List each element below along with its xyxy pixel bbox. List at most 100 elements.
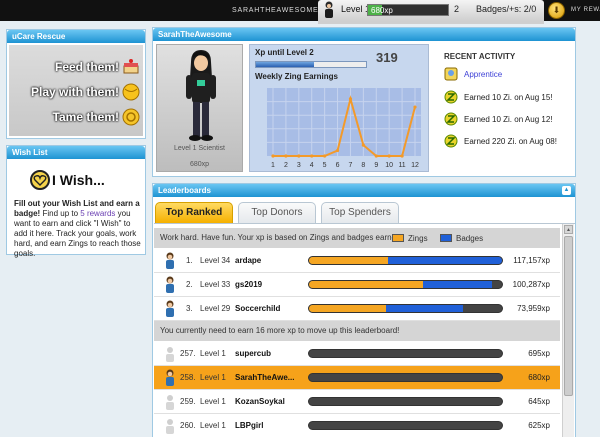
chart-point — [400, 154, 404, 158]
chart-x-tick-label: 12 — [411, 162, 419, 169]
user-avatar-icon — [166, 252, 174, 269]
xp-split-bar — [308, 256, 503, 265]
user-avatar-icon — [166, 419, 174, 434]
activity-item: Earned 220 Zi. on Aug 08! — [444, 133, 572, 151]
player-xp: 695xp — [528, 349, 550, 358]
legend-zings-swatch — [392, 234, 404, 242]
user-avatar-icon[interactable] — [322, 1, 336, 20]
topbar-underline — [318, 21, 544, 24]
play-with-them-link[interactable]: Play with them! — [31, 85, 119, 99]
scroll-thumb[interactable] — [564, 236, 573, 396]
player-xp: 680xp — [528, 373, 550, 382]
activity-item: Apprentice — [444, 66, 572, 84]
chart-point — [374, 154, 378, 158]
chart-point — [271, 154, 275, 158]
zing-icon — [444, 134, 458, 148]
profile-xp: 680xp — [189, 161, 210, 168]
leaderboards-panel: Leaderboards ▲ Top Ranked Top Donors Top… — [152, 183, 576, 437]
leaderboard-row[interactable]: 260. Level 1 LBPgirl 625xp — [154, 414, 560, 437]
leaderboard-list: Work hard. Have fun. Your xp is based on… — [154, 223, 575, 437]
profile-avatar-card[interactable]: Level 1 Scientist 680xp — [156, 44, 243, 172]
zing-icon — [444, 112, 458, 126]
leaderboard-row[interactable]: 258. Level 1 SarahTheAwe... 680xp — [154, 366, 560, 390]
chart-x-tick-label: 6 — [336, 162, 340, 169]
chart-point — [297, 154, 301, 158]
chart-x-tick-label: 4 — [310, 162, 314, 169]
weekly-zing-title: Weekly Zing Earnings — [255, 72, 338, 81]
rank-level: Level 1 — [200, 421, 226, 430]
topbar-xp-bar: 680xp — [367, 4, 449, 16]
rank-number: 1. — [186, 256, 193, 265]
player-name[interactable]: ardape — [235, 256, 261, 265]
user-avatar-icon — [166, 369, 174, 386]
ucare-rescue-body: Feed them! Play with them! Tame them! — [9, 45, 143, 136]
chart-x-tick-label: 7 — [349, 162, 353, 169]
user-avatar-icon — [166, 276, 174, 293]
tab-top-ranked[interactable]: Top Ranked — [155, 202, 233, 223]
recent-activity: RECENT ACTIVITY Apprentice Earned 10 Zi.… — [439, 44, 573, 172]
leaderboard-row[interactable]: 259. Level 1 KozanSoykal 645xp — [154, 390, 560, 414]
tab-top-donors[interactable]: Top Donors — [238, 202, 316, 223]
topbar-next-level: 2 — [454, 4, 460, 14]
legend-badges: Badges — [440, 234, 500, 243]
chart-x-tick-label: 11 — [398, 162, 405, 169]
scroll-up-icon[interactable]: ▲ — [564, 225, 573, 234]
ball-icon — [122, 83, 140, 101]
leaderboard-row[interactable]: 257. Level 1 supercub 695xp — [154, 342, 560, 366]
activity-text: Earned 10 Zi. on Aug 12! — [464, 115, 553, 124]
rope-icon — [122, 108, 140, 126]
chart-x-tick-label: 2 — [284, 162, 288, 169]
xp-remaining: 319 — [376, 50, 398, 65]
collapse-icon[interactable]: ▲ — [562, 186, 571, 195]
rank-level: Level 1 — [200, 373, 226, 382]
wish-list-description: Fill out your Wish List and earn a badge… — [14, 199, 142, 259]
top-bar: SarahTheAwesome Level 1 680xp 2 Badges/+… — [0, 0, 600, 21]
player-name[interactable]: Soccerchild — [235, 304, 280, 313]
player-name[interactable]: SarahTheAwe... — [235, 373, 294, 382]
rewards-coin-icon[interactable]: ⬇ — [548, 2, 565, 19]
xp-split-bar — [308, 397, 503, 406]
apprentice-badge-link[interactable]: Apprentice — [464, 70, 502, 79]
legend-zings-label: Zings — [408, 234, 428, 243]
topbar-username[interactable]: SarahTheAwesome — [232, 0, 318, 21]
leaderboard-scrollbar[interactable]: ▲ — [562, 224, 574, 437]
chart-point — [284, 154, 288, 158]
chart-x-tick-label: 5 — [323, 162, 327, 169]
ucare-rescue-title: uCare Rescue — [7, 30, 145, 43]
rank-level: Level 29 — [200, 304, 231, 313]
profile-panel: SarahTheAwesome Level 1 Scientist 680xp … — [152, 27, 576, 177]
my-rewards-link[interactable]: My Rewards — [571, 0, 600, 21]
wish-heading[interactable]: I Wish... — [52, 172, 105, 188]
chart-x-tick-label: 8 — [361, 162, 365, 169]
leaderboard-row[interactable]: 2. Level 33 gs2019 100,287xp — [154, 273, 560, 297]
rank-level: Level 1 — [200, 349, 226, 358]
player-name[interactable]: supercub — [235, 349, 271, 358]
badges-segment — [422, 281, 493, 288]
rank-number: 258. — [180, 373, 196, 382]
tame-them-link[interactable]: Tame them! — [53, 110, 119, 124]
feed-them-link[interactable]: Feed them! — [55, 60, 119, 74]
player-name[interactable]: LBPgirl — [235, 421, 263, 430]
tab-top-spenders[interactable]: Top Spenders — [321, 202, 399, 223]
five-rewards-link[interactable]: 5 rewards — [80, 209, 115, 218]
chart-point — [310, 154, 314, 158]
topbar-badges[interactable]: Badges/+s: 2/0 — [476, 4, 536, 14]
cake-icon — [123, 59, 139, 74]
xp-split-bar — [308, 373, 503, 382]
player-name[interactable]: KozanSoykal — [235, 397, 285, 406]
chart-point — [413, 105, 417, 109]
leaderboard-row[interactable]: 3. Level 29 Soccerchild 73,959xp — [154, 297, 560, 321]
wish-list-panel: Wish List I Wish... Fill out your Wish L… — [6, 145, 146, 258]
player-name[interactable]: gs2019 — [235, 280, 262, 289]
xp-until-level-title: Xp until Level 2 — [255, 48, 314, 57]
activity-item: Earned 10 Zi. on Aug 12! — [444, 111, 572, 129]
player-xp: 645xp — [528, 397, 550, 406]
rank-level: Level 34 — [200, 256, 231, 265]
xp-box: Xp until Level 2 319 Weekly Zing Earning… — [249, 44, 429, 172]
wish-text-1: Find up to — [40, 209, 81, 218]
topbar-level: Level 1 — [341, 4, 371, 14]
leaderboard-row[interactable]: 1. Level 34 ardape 117,157xp — [154, 249, 560, 273]
user-avatar-icon — [166, 395, 174, 410]
leaderboards-title: Leaderboards — [153, 184, 575, 197]
player-xp: 117,157xp — [513, 256, 550, 265]
